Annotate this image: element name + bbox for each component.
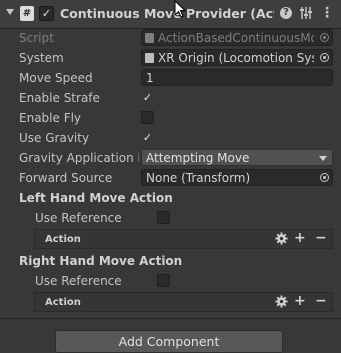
add-component-button[interactable]: Add Component	[55, 330, 283, 353]
left-use-reference-row: Use Reference	[0, 208, 341, 228]
script-row: Script ActionBasedContinuousMov	[0, 28, 341, 48]
component-header[interactable]: # ✓ Continuous Move Provider (Action-b ?…	[0, 0, 341, 29]
remove-binding-icon[interactable]: −	[315, 293, 327, 310]
script-label: Script	[19, 31, 54, 45]
gravity-application-dropdown[interactable]: Attempting Move	[141, 149, 333, 166]
use-gravity-checkbox[interactable]: ✓	[141, 131, 154, 144]
move-speed-row: Move Speed 1	[0, 68, 341, 88]
right-use-reference-checkbox[interactable]	[157, 274, 170, 287]
system-row: System XR Origin (Locomotion Syste	[0, 48, 341, 68]
checkmark-icon: ✓	[142, 131, 153, 144]
enable-fly-label: Enable Fly	[19, 111, 82, 125]
remove-binding-icon[interactable]: −	[315, 230, 327, 247]
gear-icon[interactable]	[275, 295, 288, 308]
system-field[interactable]: XR Origin (Locomotion Syste	[141, 49, 333, 66]
forward-source-field[interactable]: None (Transform)	[141, 169, 333, 186]
component-asset-icon	[145, 53, 154, 63]
help-icon[interactable]: ?	[280, 7, 292, 19]
checkmark-icon: ✓	[142, 91, 153, 104]
move-speed-input[interactable]: 1	[141, 69, 333, 86]
left-action-header[interactable]: Action + −	[34, 229, 333, 249]
left-action-label: Action	[45, 234, 81, 245]
script-asset-icon	[145, 33, 154, 43]
gravity-application-row: Gravity Application M Attempting Move	[0, 148, 341, 168]
forward-source-label: Forward Source	[19, 171, 113, 185]
use-gravity-row: Use Gravity ✓	[0, 128, 341, 148]
object-picker-icon[interactable]	[320, 53, 329, 62]
enable-fly-checkbox[interactable]	[141, 111, 154, 124]
foldout-arrow-icon[interactable]	[6, 9, 14, 15]
add-binding-icon[interactable]: +	[294, 230, 307, 247]
system-label: System	[19, 51, 64, 65]
forward-source-value: None (Transform)	[146, 171, 251, 185]
presets-icon[interactable]	[300, 6, 312, 20]
enable-strafe-row: Enable Strafe ✓	[0, 88, 341, 108]
move-speed-label: Move Speed	[19, 71, 93, 85]
add-binding-icon[interactable]: +	[294, 293, 307, 310]
left-use-reference-label: Use Reference	[35, 211, 122, 225]
right-use-reference-label: Use Reference	[35, 274, 122, 288]
move-speed-value: 1	[146, 71, 154, 85]
system-value: XR Origin (Locomotion Syste	[158, 51, 314, 65]
chevron-down-icon	[319, 156, 327, 161]
script-field: ActionBasedContinuousMov	[141, 29, 333, 46]
enable-fly-row: Enable Fly	[0, 108, 341, 128]
object-picker-icon	[320, 33, 329, 42]
use-gravity-label: Use Gravity	[19, 131, 90, 145]
right-hand-section-title: Right Hand Move Action	[19, 254, 183, 268]
enable-strafe-checkbox[interactable]: ✓	[141, 91, 154, 104]
divider	[0, 318, 341, 319]
script-icon: #	[20, 6, 34, 21]
gravity-application-label: Gravity Application M	[19, 151, 139, 165]
right-action-label: Action	[45, 297, 81, 308]
script-value: ActionBasedContinuousMov	[158, 31, 314, 45]
right-use-reference-row: Use Reference	[0, 271, 341, 291]
more-options-icon[interactable]: ⋮	[320, 5, 334, 21]
left-use-reference-checkbox[interactable]	[157, 211, 170, 224]
left-hand-section-title: Left Hand Move Action	[19, 191, 173, 205]
component-title: Continuous Move Provider (Action-b	[60, 6, 274, 21]
forward-source-row: Forward Source None (Transform)	[0, 168, 341, 188]
component-enabled-checkbox[interactable]: ✓	[39, 6, 54, 21]
right-action-header[interactable]: Action + −	[34, 292, 333, 312]
object-picker-icon[interactable]	[320, 173, 329, 182]
enable-strafe-label: Enable Strafe	[19, 91, 100, 105]
gravity-application-value: Attempting Move	[146, 151, 250, 165]
gear-icon[interactable]	[275, 232, 288, 245]
mouse-cursor-icon	[174, 0, 187, 18]
checkmark-icon: ✓	[41, 7, 52, 20]
